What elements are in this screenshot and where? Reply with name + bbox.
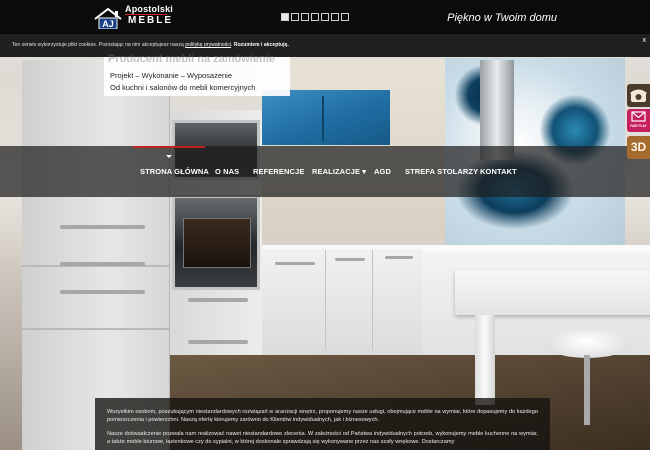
envelope-icon <box>631 111 646 122</box>
nav-item-about[interactable]: O NAS <box>215 167 239 176</box>
slider-pagination <box>281 13 349 22</box>
kitchen-island <box>455 270 650 315</box>
cabinet-handle <box>60 225 145 229</box>
site-logo[interactable]: AJ Apostolski MEBLE <box>93 3 173 29</box>
nav-item-contact[interactable]: KONTAKT <box>480 167 517 176</box>
slider-dot[interactable] <box>331 13 339 21</box>
slider-dot[interactable] <box>341 13 349 21</box>
chevron-down-icon <box>166 155 172 158</box>
drawer-handle <box>188 298 248 302</box>
slider-dot[interactable] <box>321 13 329 21</box>
cabinet-handle <box>335 258 365 261</box>
top-bar: AJ Apostolski MEBLE Piękno w Twoim domu <box>0 0 650 34</box>
hero-line-1: Projekt – Wykonanie – Wyposażenie <box>110 71 233 80</box>
cookie-accept-button[interactable]: Rozumiem i akceptuję. <box>234 42 289 48</box>
house-logo-icon: AJ <box>94 7 122 29</box>
nav-item-references[interactable]: REFERENCJE <box>253 167 304 176</box>
slider-dot[interactable] <box>291 13 299 21</box>
cookie-text: Ten serwis wykorzystuje pliki cookies. P… <box>12 42 289 48</box>
about-paragraph: Wszystkim osobom, poszukującym niestanda… <box>107 409 538 423</box>
cabinet-handle <box>60 262 145 266</box>
hero-line-2: Od kuchni i salonów do mebli komercyjnyc… <box>110 83 256 92</box>
bar-stool <box>545 330 630 358</box>
cookie-close-icon[interactable]: x <box>643 37 647 44</box>
island-leg <box>475 315 495 405</box>
hero-background-kitchen <box>0 0 650 450</box>
cabinet-handle <box>385 256 413 259</box>
logo-brand-top: Apostolski <box>125 4 174 14</box>
drawer-handle <box>188 340 248 344</box>
bar-stool-leg <box>584 355 590 425</box>
cabinet-handle <box>275 262 315 265</box>
nav-item-carpenters-zone[interactable]: STREFA STOLARZY <box>405 167 478 176</box>
cabinet-seam <box>372 250 373 350</box>
nav-item-realizations[interactable]: REALIZACJE ▾ <box>312 167 366 176</box>
3d-badge[interactable]: 3D <box>627 136 650 159</box>
nav-active-indicator <box>133 146 205 148</box>
slider-dot[interactable] <box>311 13 319 21</box>
site-tagline: Piękno w Twoim domu <box>447 12 557 24</box>
blue-wall-cabinet <box>262 90 390 145</box>
hero-caption: Producent mebli na zamówienie Projekt – … <box>104 53 290 96</box>
phone-badge[interactable] <box>627 84 650 107</box>
fair-play-badge[interactable]: FAIR PLAY <box>627 109 650 132</box>
cookie-banner: Ten serwis wykorzystuje pliki cookies. P… <box>0 34 650 57</box>
built-in-oven <box>172 195 260 290</box>
svg-text:AJ: AJ <box>102 19 114 29</box>
phone-icon <box>630 89 647 102</box>
about-paragraph: Nasze doświadczenie pozwala nam realizow… <box>107 431 538 445</box>
cabinet-handle <box>60 290 145 294</box>
tall-cabinet <box>22 60 170 450</box>
nav-item-home[interactable]: STRONA GŁÓWNA <box>140 167 209 176</box>
slider-dot[interactable] <box>281 13 289 21</box>
fair-play-label: FAIR PLAY <box>630 124 647 128</box>
cookie-message: Ten serwis wykorzystuje pliki cookies. P… <box>12 42 186 48</box>
logo-brand-bottom: MEBLE <box>128 15 173 26</box>
slider-dot[interactable] <box>301 13 309 21</box>
cabinet-seam <box>325 250 326 350</box>
about-text-panel: Wszystkim osobom, poszukującym niestanda… <box>95 398 550 450</box>
cooker-hood <box>480 60 514 160</box>
3d-label: 3D <box>630 140 647 154</box>
nav-item-agd[interactable]: AGD <box>374 167 391 176</box>
hero-heading: Producent mebli na zamówienie <box>108 53 275 65</box>
privacy-policy-link[interactable]: politykę prywatności <box>185 42 231 48</box>
cabinet-seam <box>22 328 170 330</box>
